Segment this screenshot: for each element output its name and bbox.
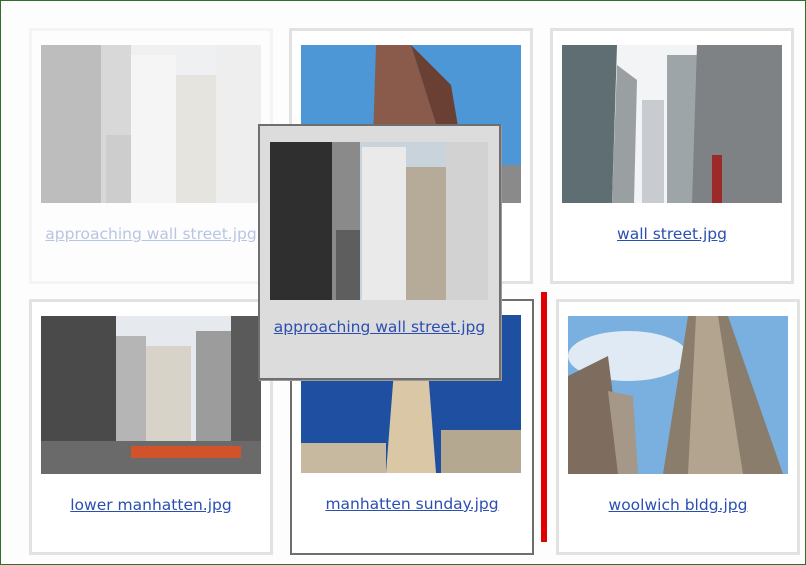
photo-caption-link[interactable]: lower manhatten.jpg (44, 492, 258, 518)
drag-preview-card[interactable]: approaching wall street.jpg (258, 124, 501, 380)
photo-thumbnail (562, 45, 782, 203)
photo-thumbnail (270, 142, 488, 300)
photo-caption-link[interactable]: manhatten sunday.jpg (304, 491, 520, 517)
photo-caption-link[interactable]: approaching wall street.jpg (44, 221, 258, 247)
gallery-frame: approaching wall street.jpg wall street.… (0, 0, 806, 565)
photo-caption-link[interactable]: woolwich bldg.jpg (571, 492, 785, 518)
gallery-card-lower-manhatten[interactable]: lower manhatten.jpg (29, 299, 273, 555)
photo-thumbnail (41, 316, 261, 474)
photo-caption-link[interactable]: wall street.jpg (565, 221, 779, 247)
gallery-card-approaching-wall-street[interactable]: approaching wall street.jpg (29, 28, 273, 284)
drop-position-indicator (541, 292, 547, 542)
photo-thumbnail (41, 45, 261, 203)
photo-thumbnail (568, 316, 788, 474)
gallery-card-woolwich-bldg[interactable]: woolwich bldg.jpg (556, 299, 800, 555)
gallery-card-wall-street[interactable]: wall street.jpg (550, 28, 794, 284)
drag-preview-caption: approaching wall street.jpg (273, 318, 486, 336)
